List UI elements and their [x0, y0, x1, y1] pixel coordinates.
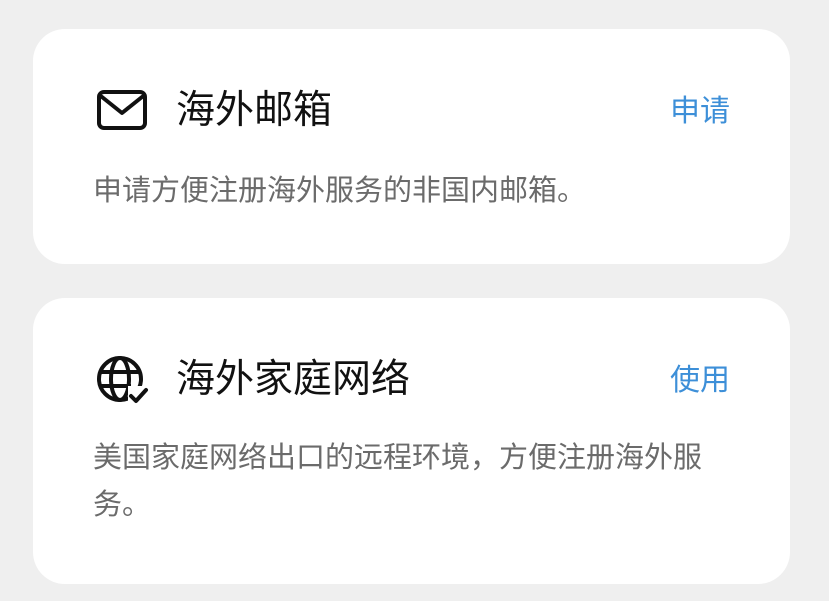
- use-button[interactable]: 使用: [670, 361, 730, 401]
- mail-icon: [95, 83, 149, 137]
- card-title: 海外邮箱: [176, 88, 333, 133]
- card-description: 申请方便注册海外服务的非国内邮箱。: [93, 173, 587, 207]
- globe-check-icon: [95, 353, 149, 407]
- card-description: 美国家庭网络出口的远程环境，方便注册海外服务。: [93, 440, 703, 521]
- overseas-home-network-card[interactable]: 海外家庭网络 使用 美国家庭网络出口的远程环境，方便注册海外服务。: [33, 298, 790, 584]
- apply-button[interactable]: 申请: [670, 92, 730, 132]
- overseas-email-card[interactable]: 海外邮箱 申请 申请方便注册海外服务的非国内邮箱。: [33, 29, 790, 264]
- card-title: 海外家庭网络: [176, 357, 411, 402]
